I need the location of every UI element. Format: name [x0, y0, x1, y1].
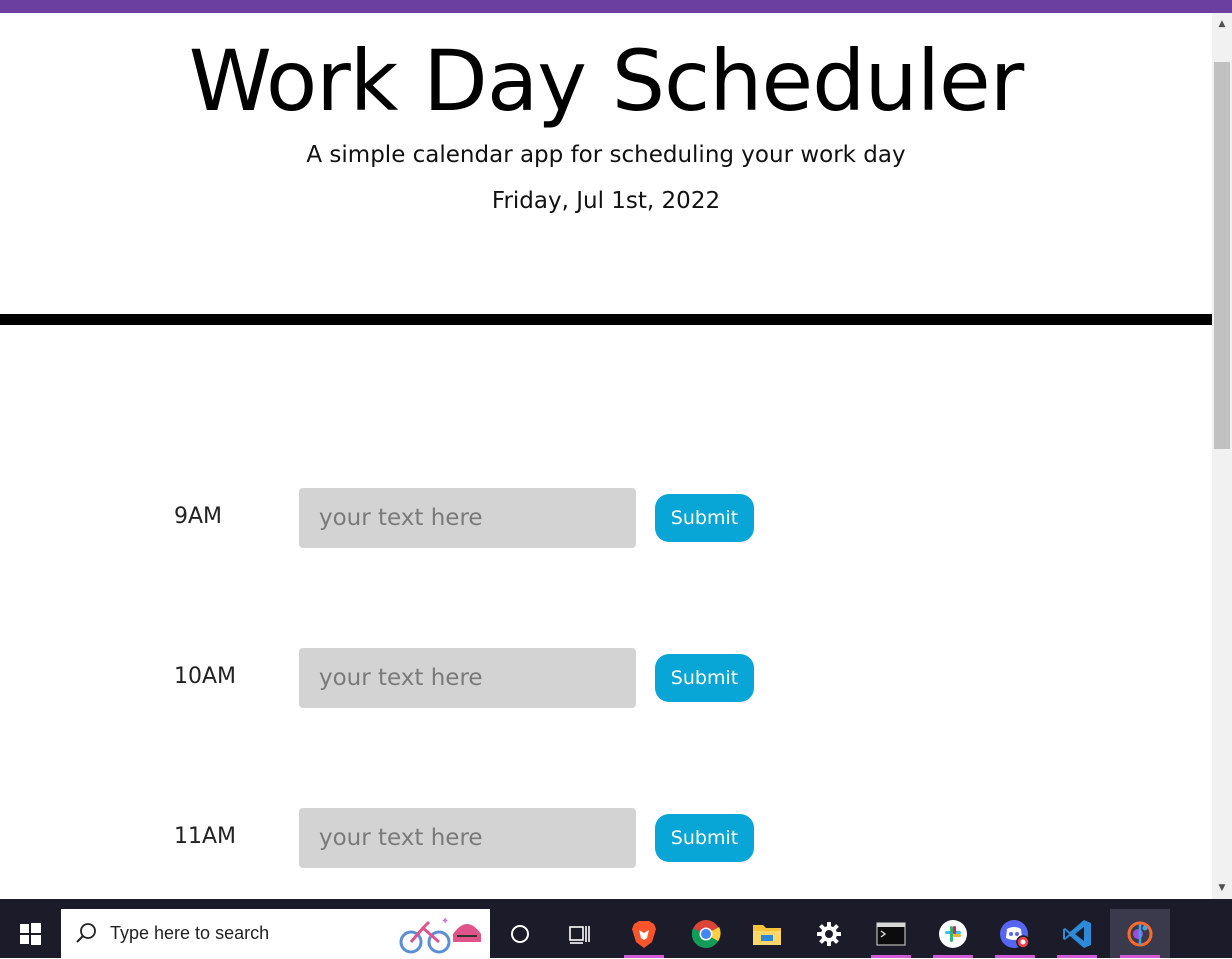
search-placeholder: Type here to search [110, 923, 270, 943]
search-icon [76, 923, 96, 943]
start-button[interactable] [0, 907, 60, 959]
submit-button[interactable]: Submit [655, 814, 754, 862]
taskbar-app-file-explorer[interactable] [737, 909, 797, 958]
slack-icon [939, 919, 967, 948]
vscode-icon [1063, 919, 1091, 948]
terminal-icon [876, 921, 906, 946]
current-date: Friday, Jul 1st, 2022 [491, 188, 721, 214]
search-highlight-illustration-icon: ✦ [399, 916, 481, 954]
hour-label: 9AM [174, 504, 223, 529]
task-view-button[interactable] [550, 909, 610, 958]
taskbar-app-brave[interactable] [614, 909, 674, 958]
vertical-scrollbar[interactable]: ▲ ▼ [1212, 13, 1232, 899]
discord-icon [1000, 919, 1030, 949]
event-text-input[interactable] [299, 648, 636, 708]
page-subtitle: A simple calendar app for scheduling you… [306, 142, 906, 168]
cortana-circle-icon [511, 924, 529, 943]
submit-button[interactable]: Submit [655, 654, 754, 702]
file-explorer-icon [753, 924, 781, 945]
scroll-thumb[interactable] [1214, 62, 1230, 449]
hour-label: 10AM [174, 664, 237, 689]
scroll-down-arrow-icon[interactable]: ▼ [1212, 879, 1232, 897]
hour-label: 11AM [174, 824, 237, 849]
settings-gear-icon [817, 921, 841, 946]
taskbar-app-settings[interactable] [799, 909, 859, 958]
taskbar-app-discord[interactable] [985, 909, 1045, 958]
browser-top-strip [0, 0, 1232, 13]
chrome-icon [691, 919, 721, 948]
cortana-button[interactable] [490, 909, 550, 958]
git-app-icon [1127, 921, 1153, 946]
page-viewport: Work Day Scheduler A simple calendar app… [0, 13, 1212, 899]
scroll-up-arrow-icon[interactable]: ▲ [1212, 15, 1232, 33]
taskbar-app-git[interactable] [1110, 909, 1170, 958]
header-divider [0, 314, 1212, 325]
taskbar-app-vscode[interactable] [1047, 909, 1107, 958]
windows-taskbar: Type here to search ✦ [0, 899, 1232, 958]
taskbar-app-chrome[interactable] [676, 909, 736, 958]
task-view-icon [569, 925, 590, 944]
time-block-row: 10AM Submit [0, 648, 1212, 708]
taskbar-app-slack[interactable] [923, 909, 983, 958]
submit-button[interactable]: Submit [655, 494, 754, 542]
page-title: Work Day Scheduler [188, 32, 1025, 130]
event-text-input[interactable] [299, 808, 636, 868]
svg-text:✦: ✦ [441, 916, 449, 927]
taskbar-search-box[interactable]: Type here to search ✦ [61, 909, 490, 958]
event-text-input[interactable] [299, 488, 636, 548]
time-block-row: 11AM Submit [0, 808, 1212, 868]
taskbar-app-terminal[interactable] [861, 909, 921, 958]
brave-icon [632, 920, 656, 948]
time-block-row: 9AM Submit [0, 488, 1212, 548]
